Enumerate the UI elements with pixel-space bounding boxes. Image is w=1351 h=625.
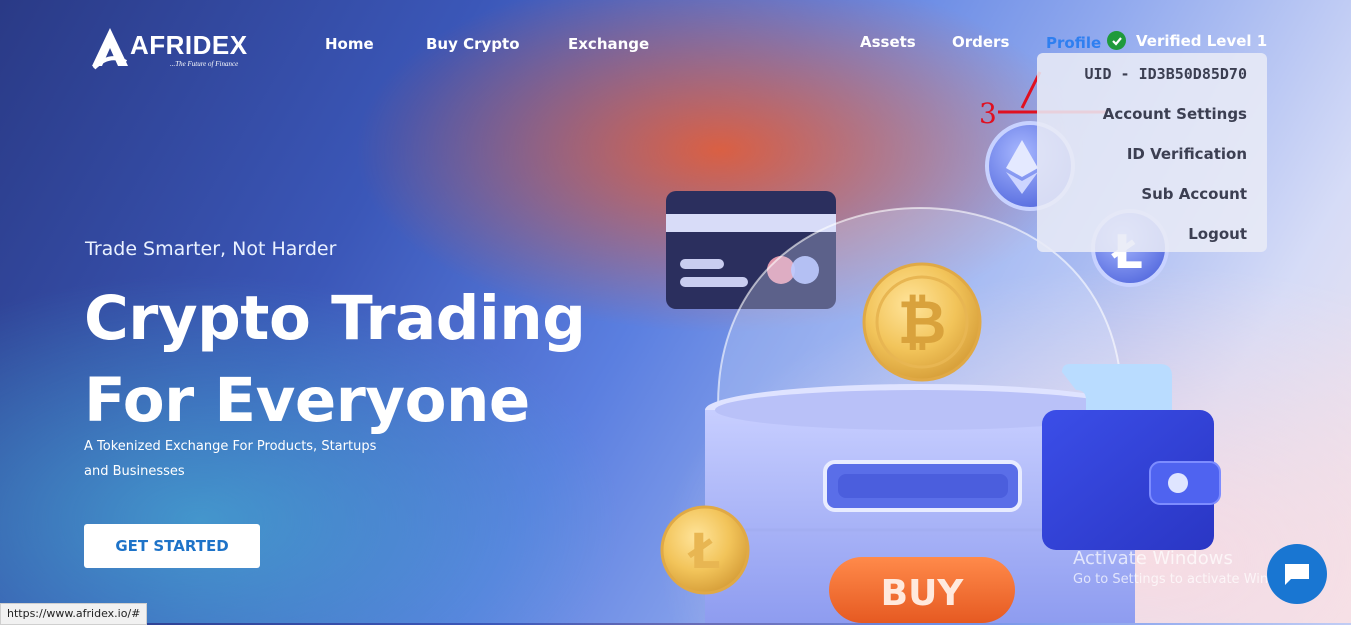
menu-account-settings[interactable]: Account Settings bbox=[1103, 105, 1247, 123]
nav-exchange[interactable]: Exchange bbox=[568, 35, 649, 53]
chat-icon bbox=[1285, 564, 1309, 585]
buy-button-graphic: BUY bbox=[829, 557, 1015, 623]
hero-subtitle: Trade Smarter, Not Harder bbox=[85, 238, 337, 260]
nav-orders[interactable]: Orders bbox=[952, 33, 1009, 51]
menu-logout[interactable]: Logout bbox=[1188, 225, 1247, 243]
annotation-number: 3 bbox=[979, 97, 997, 130]
svg-text:Ł: Ł bbox=[687, 524, 721, 580]
menu-sub-account[interactable]: Sub Account bbox=[1141, 185, 1247, 203]
verified-check-icon bbox=[1107, 31, 1126, 50]
browser-status-url: https://www.afridex.io/# bbox=[0, 603, 148, 625]
afridex-logo-icon bbox=[92, 28, 128, 70]
nav-profile[interactable]: Profile bbox=[1046, 34, 1101, 52]
profile-dropdown: UID - ID3B50D85D70 Account Settings ID V… bbox=[1037, 53, 1267, 252]
glass-dome-graphic bbox=[705, 206, 1135, 623]
svg-text:₿: ₿ bbox=[898, 288, 947, 358]
credit-card-graphic bbox=[666, 191, 836, 309]
verified-label: Verified Level 1 bbox=[1136, 31, 1268, 50]
nav-assets[interactable]: Assets bbox=[860, 33, 916, 51]
verified-status: Verified Level 1 bbox=[1107, 31, 1267, 50]
get-started-button[interactable]: GET STARTED bbox=[84, 524, 260, 568]
hero-title: Crypto Trading For Everyone bbox=[84, 278, 586, 442]
wallet-graphic bbox=[1042, 364, 1221, 550]
uid-label: UID - ID3B50D85D70 bbox=[1084, 65, 1247, 83]
hero-description: A Tokenized Exchange For Products, Start… bbox=[84, 439, 377, 479]
gold-coin-icon: Ł bbox=[660, 505, 750, 595]
menu-id-verification[interactable]: ID Verification bbox=[1127, 145, 1247, 163]
chat-button[interactable] bbox=[1267, 544, 1327, 604]
nav-buy-crypto[interactable]: Buy Crypto bbox=[426, 35, 520, 53]
logo-tagline: ...The Future of Finance bbox=[170, 60, 239, 68]
hero-title-line1: Crypto Trading bbox=[84, 283, 586, 354]
buy-label: BUY bbox=[881, 573, 965, 614]
nav-home[interactable]: Home bbox=[325, 35, 374, 53]
hero-title-line2: For Everyone bbox=[84, 365, 530, 436]
bitcoin-coin-icon: ₿ bbox=[862, 262, 982, 382]
logo-text: AFRIDEX bbox=[130, 30, 248, 60]
